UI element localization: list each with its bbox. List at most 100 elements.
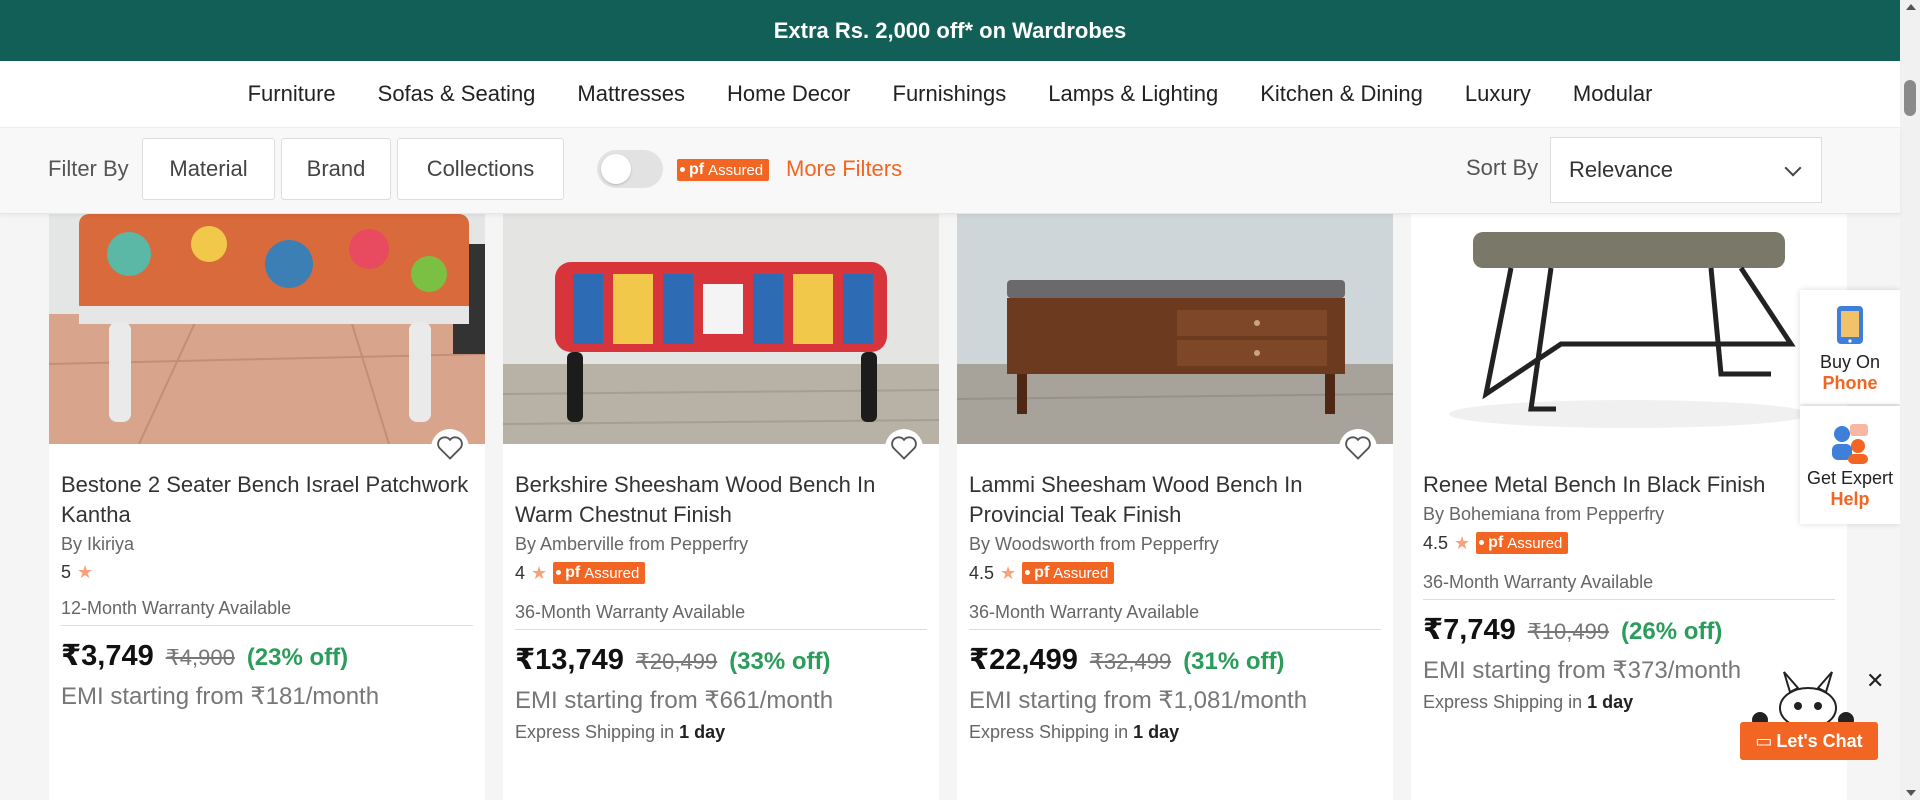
scroll-down-icon[interactable] xyxy=(1906,790,1916,796)
toggle-knob xyxy=(601,154,631,184)
price-row: ₹13,749 ₹20,499 (33% off) xyxy=(515,642,831,677)
get-expert-label: Get Expert xyxy=(1806,468,1894,488)
discount: (33% off) xyxy=(729,648,831,675)
discount: (31% off) xyxy=(1183,648,1285,675)
price-row: ₹22,499 ₹32,499 (31% off) xyxy=(969,642,1285,677)
star-icon: ★ xyxy=(531,562,548,583)
pf-assured-badge: pf Assured xyxy=(1022,562,1115,584)
page-scrollbar[interactable] xyxy=(1900,0,1920,800)
lets-chat-button[interactable]: ▭ Let's Chat xyxy=(1740,722,1878,760)
price: ₹3,749 xyxy=(61,640,154,672)
shipping-text: Express Shipping in 1 day xyxy=(969,722,1180,742)
sort-value: Relevance xyxy=(1569,157,1673,182)
rating-value: 4.5 xyxy=(969,562,995,583)
more-filters-link[interactable]: More Filters xyxy=(786,156,902,182)
product-image[interactable] xyxy=(49,214,485,444)
product-brand[interactable]: By Ikiriya xyxy=(61,534,134,555)
nav-mattresses[interactable]: Mattresses xyxy=(556,81,706,107)
brand-filter-button[interactable]: Brand xyxy=(281,138,391,200)
promo-banner[interactable]: Extra Rs. 2,000 off* on Wardrobes xyxy=(0,0,1900,61)
product-card[interactable]: Bestone 2 Seater Bench Israel Patchwork … xyxy=(49,214,485,800)
warranty-text: 36-Month Warranty Available xyxy=(969,602,1381,630)
buy-on-label: Buy On xyxy=(1819,352,1881,372)
wishlist-heart-icon[interactable] xyxy=(885,429,923,467)
discount: (23% off) xyxy=(246,644,349,671)
rating-row: 5 ★ xyxy=(61,562,93,583)
product-title[interactable]: Bestone 2 Seater Bench Israel Patchwork … xyxy=(61,470,471,530)
wishlist-heart-icon[interactable] xyxy=(1339,429,1377,467)
nav-luxury[interactable]: Luxury xyxy=(1444,81,1552,107)
rating-value: 5 xyxy=(61,562,72,582)
emi-text: EMI starting from ₹661/month xyxy=(515,687,834,714)
product-card[interactable]: Berkshire Sheesham Wood Bench In Warm Ch… xyxy=(503,214,939,800)
price-row: ₹7,749 ₹10,499 (26% off) xyxy=(1423,612,1722,647)
product-brand[interactable]: By Amberville from Pepperfry xyxy=(515,534,748,555)
help-label: Help xyxy=(1830,489,1870,509)
nav-sofas-seating[interactable]: Sofas & Seating xyxy=(357,81,557,107)
wishlist-heart-icon[interactable] xyxy=(431,429,469,467)
chat-mascot-icon xyxy=(1752,671,1854,728)
scroll-up-icon[interactable] xyxy=(1906,4,1916,10)
nav-lamps-lighting[interactable]: Lamps & Lighting xyxy=(1027,81,1239,107)
rating-row: 4 ★ pf Assured xyxy=(515,562,646,584)
mrp: ₹20,499 xyxy=(635,649,718,674)
price: ₹13,749 xyxy=(515,644,624,676)
mrp: ₹4,900 xyxy=(165,645,235,670)
chat-close-icon[interactable]: ✕ xyxy=(1866,668,1884,694)
nav-furniture[interactable]: Furniture xyxy=(227,81,357,107)
price: ₹7,749 xyxy=(1423,614,1516,646)
product-title[interactable]: Renee Metal Bench In Black Finish xyxy=(1423,470,1833,500)
filter-bar: Filter By Material Brand Collections pf A… xyxy=(0,128,1900,214)
nav-home-decor[interactable]: Home Decor xyxy=(706,81,871,107)
rating-value: 4.5 xyxy=(1423,532,1449,553)
discount: (26% off) xyxy=(1621,618,1723,645)
product-title[interactable]: Berkshire Sheesham Wood Bench In Warm Ch… xyxy=(515,470,925,530)
rating-value: 4 xyxy=(515,562,526,583)
chat-bubble-icon: ▭ xyxy=(1755,730,1773,751)
product-brand[interactable]: By Bohemiana from Pepperfry xyxy=(1423,504,1664,525)
warranty-text: 12-Month Warranty Available xyxy=(61,598,473,626)
pf-assured-badge: pf Assured xyxy=(1476,532,1569,554)
shipping-text: Express Shipping in 1 day xyxy=(515,722,726,742)
emi-text: EMI starting from ₹373/month xyxy=(1423,657,1742,684)
scrollbar-thumb[interactable] xyxy=(1904,80,1916,116)
collections-filter-button[interactable]: Collections xyxy=(397,138,564,200)
filter-by-label: Filter By xyxy=(48,156,129,181)
product-image[interactable] xyxy=(1411,214,1847,444)
rating-row: 4.5 ★ pf Assured xyxy=(1423,532,1569,554)
sort-by-label: Sort By xyxy=(1466,155,1539,180)
product-image[interactable] xyxy=(957,214,1393,444)
pf-assured-badge: pf Assured xyxy=(553,562,646,584)
star-icon: ★ xyxy=(77,562,94,582)
mrp: ₹32,499 xyxy=(1089,649,1172,674)
star-icon: ★ xyxy=(1454,532,1471,553)
expert-help-icon xyxy=(1832,424,1868,464)
product-card[interactable]: Lammi Sheesham Wood Bench In Provincial … xyxy=(957,214,1393,800)
phone-label: Phone xyxy=(1822,373,1878,393)
warranty-text: 36-Month Warranty Available xyxy=(515,602,927,630)
star-icon: ★ xyxy=(1000,562,1017,583)
buy-on-phone-widget[interactable]: Buy On Phone xyxy=(1800,290,1900,404)
product-brand[interactable]: By Woodsworth from Pepperfry xyxy=(969,534,1219,555)
rating-row: 4.5 ★ pf Assured xyxy=(969,562,1115,584)
emi-text: EMI starting from ₹181/month xyxy=(61,683,380,710)
main-nav: Furniture Sofas & Seating Mattresses Hom… xyxy=(0,61,1900,128)
nav-modular[interactable]: Modular xyxy=(1552,81,1673,107)
product-title[interactable]: Lammi Sheesham Wood Bench In Provincial … xyxy=(969,470,1379,530)
material-filter-button[interactable]: Material xyxy=(142,138,275,200)
lets-chat-label: Let's Chat xyxy=(1776,730,1863,751)
mrp: ₹10,499 xyxy=(1527,619,1610,644)
pf-assured-toggle[interactable] xyxy=(597,150,663,188)
price: ₹22,499 xyxy=(969,644,1078,676)
nav-furnishings[interactable]: Furnishings xyxy=(872,81,1028,107)
warranty-text: 36-Month Warranty Available xyxy=(1423,572,1835,600)
nav-kitchen-dining[interactable]: Kitchen & Dining xyxy=(1239,81,1444,107)
product-image[interactable] xyxy=(503,214,939,444)
price-row: ₹3,749 ₹4,900 (23% off) xyxy=(61,638,348,673)
chevron-down-icon xyxy=(1784,159,1802,177)
emi-text: EMI starting from ₹1,081/month xyxy=(969,687,1308,714)
shipping-text: Express Shipping in 1 day xyxy=(1423,692,1634,712)
sort-select[interactable]: Relevance xyxy=(1550,137,1822,203)
expert-help-widget[interactable]: Get Expert Help xyxy=(1800,406,1900,524)
pf-assured-badge: pf Assured xyxy=(677,159,770,181)
